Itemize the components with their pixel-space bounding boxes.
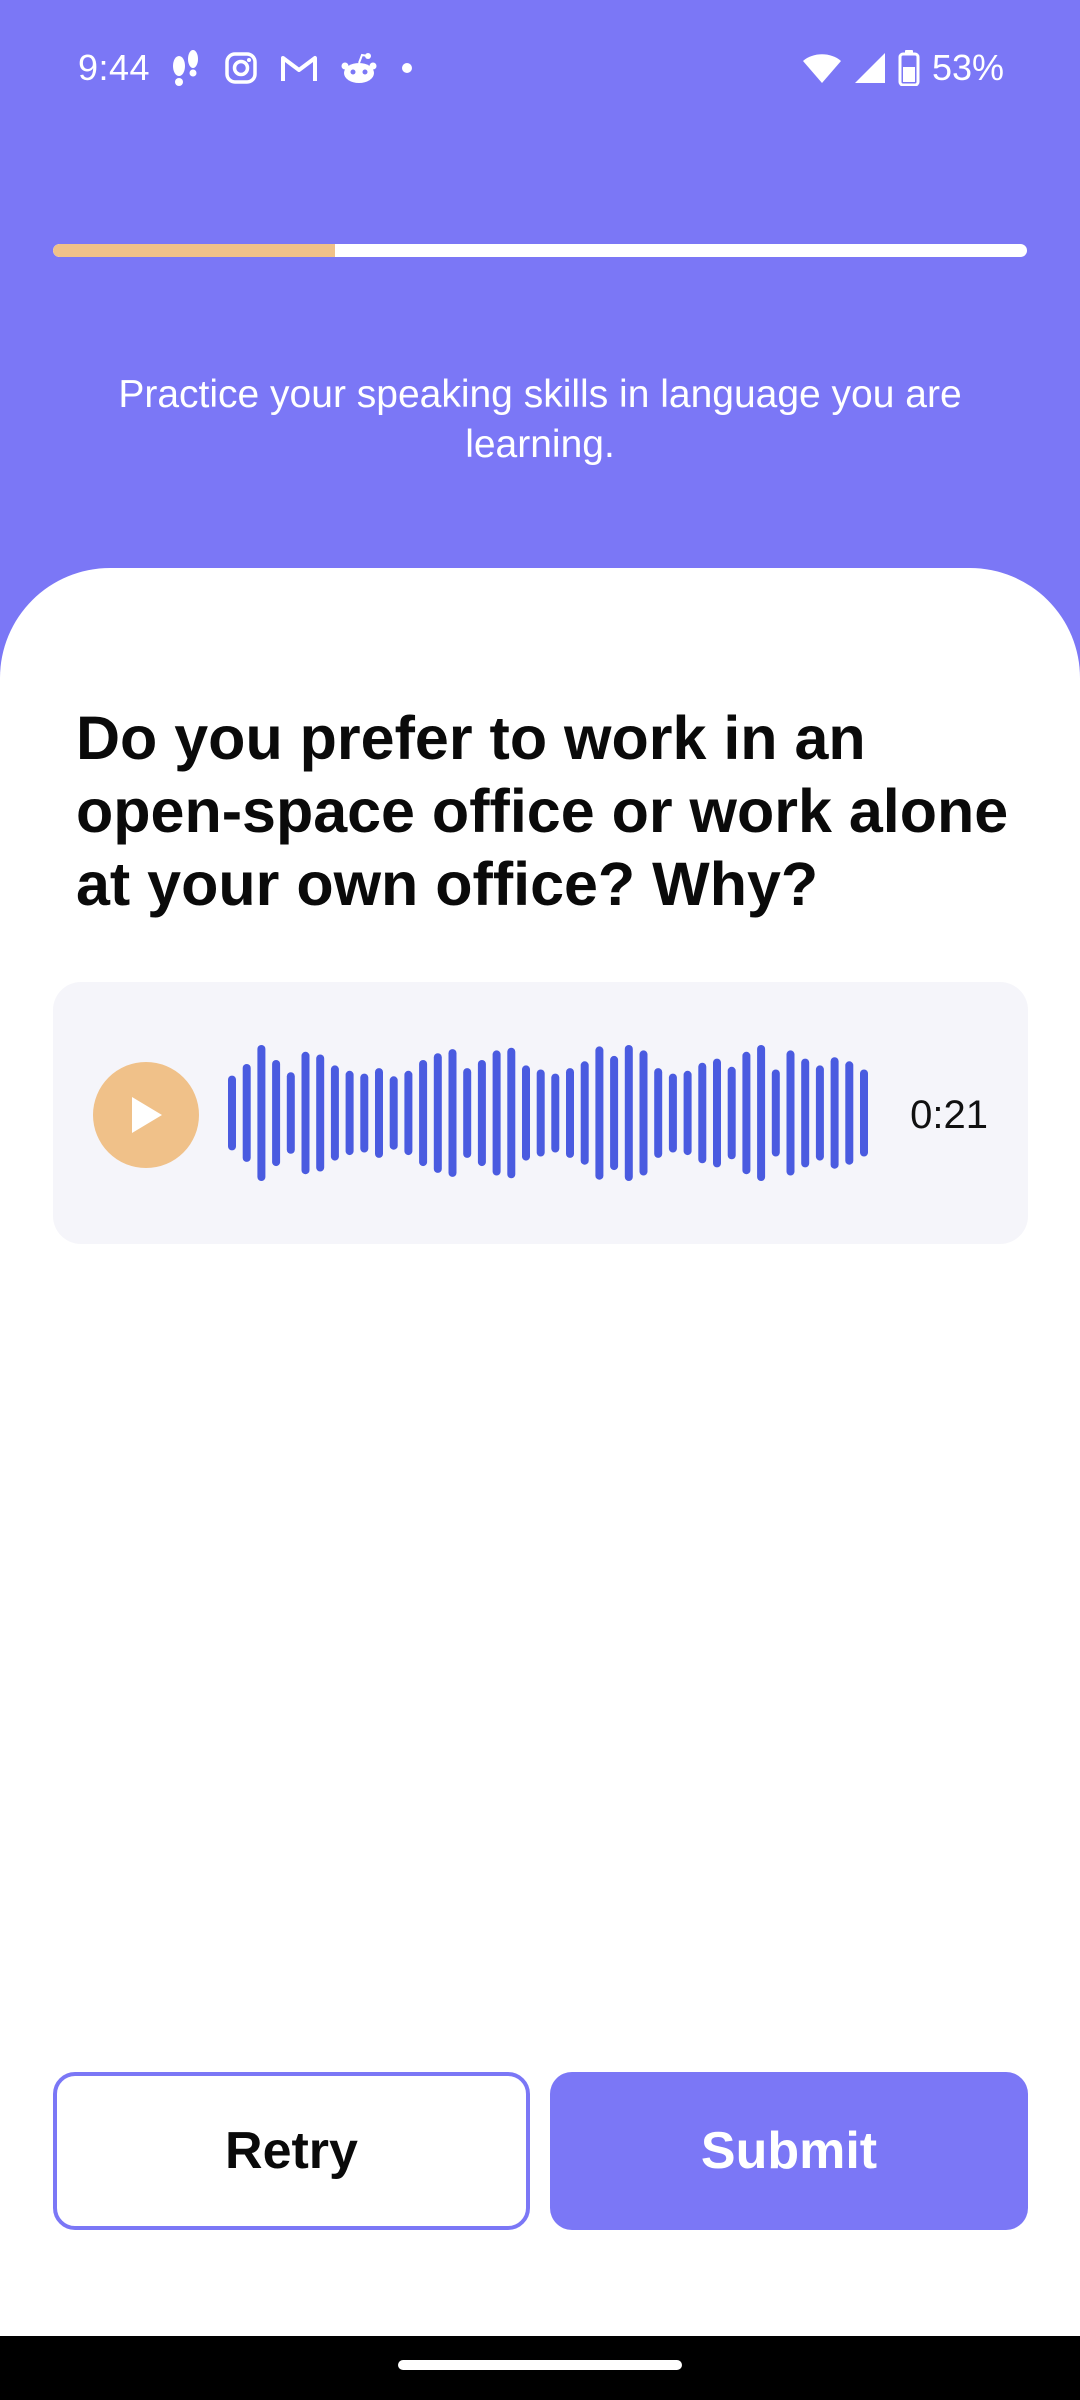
battery-icon [898, 50, 920, 86]
lesson-progress-fill [53, 244, 336, 257]
play-icon [132, 1097, 162, 1133]
waveform-bar [683, 1070, 692, 1156]
waveform-bar [610, 1055, 619, 1171]
waveform-bar [389, 1076, 398, 1150]
dot-icon [402, 63, 412, 73]
status-time: 9:44 [78, 47, 151, 88]
waveform-bar [757, 1045, 766, 1181]
waveform-bar [419, 1060, 428, 1167]
battery-percentage: 53% [931, 47, 1004, 88]
waveform-bar [492, 1050, 501, 1176]
waveform-bar [801, 1058, 810, 1168]
waveform-bar [286, 1072, 295, 1154]
waveform-bar [507, 1047, 516, 1179]
waveform-bar [522, 1065, 530, 1161]
home-gesture-handle[interactable] [398, 2360, 682, 2370]
audio-waveform[interactable] [228, 1042, 868, 1184]
waveform-bar [360, 1073, 369, 1153]
waveform-bar [477, 1060, 486, 1167]
waveform-bar [301, 1051, 310, 1175]
waveform-bar [228, 1075, 236, 1151]
waveform-bar [404, 1070, 413, 1156]
waveform-bar [727, 1066, 736, 1160]
reddit-icon [341, 53, 377, 83]
gmail-icon [281, 56, 317, 81]
status-bar: 9:44 53% [0, 0, 1080, 136]
waveform-bar [330, 1065, 339, 1161]
waveform-bar [860, 1069, 868, 1157]
audio-player: 0:21 [53, 982, 1028, 1244]
waveform-bar [624, 1045, 633, 1181]
waveform-bar [375, 1068, 383, 1158]
waveform-bar [316, 1054, 325, 1172]
waveform-bar [272, 1060, 281, 1167]
instagram-icon [225, 52, 257, 84]
waveform-bar [742, 1051, 751, 1175]
waveform-bar [654, 1068, 663, 1158]
retry-button[interactable]: Retry [53, 2072, 530, 2230]
instruction-text: Practice your speaking skills in languag… [118, 373, 962, 466]
waveform-bar [771, 1069, 780, 1157]
wifi-icon [802, 54, 841, 83]
waveform-bar [830, 1057, 839, 1169]
play-button[interactable] [93, 1062, 199, 1168]
waveform-bar [595, 1046, 604, 1180]
waveform-bar [698, 1062, 707, 1164]
footprints-icon [173, 50, 198, 86]
notification-icons [168, 46, 414, 90]
waveform-bar [845, 1061, 854, 1165]
submit-button[interactable]: Submit [550, 2072, 1028, 2230]
system-icons: 53% [802, 44, 1004, 92]
waveform-bar [566, 1068, 574, 1158]
waveform-bar [815, 1065, 824, 1161]
waveform-bar [448, 1049, 457, 1177]
waveform-bar [242, 1064, 251, 1162]
waveform-bar [345, 1070, 354, 1156]
lesson-progress-bar [53, 244, 1027, 257]
waveform-bar [433, 1053, 442, 1173]
waveform-bar [639, 1050, 648, 1176]
waveform-bar [536, 1069, 545, 1157]
waveform-bar [786, 1050, 795, 1176]
waveform-bar [257, 1045, 266, 1181]
signal-icon [854, 53, 885, 83]
question-text: Do you prefer to work in an open-space o… [76, 704, 1009, 918]
waveform-bar [668, 1073, 677, 1153]
waveform-bar [580, 1061, 589, 1165]
waveform-bar [463, 1068, 472, 1158]
waveform-bar [713, 1058, 721, 1168]
audio-duration: 0:21 [910, 1093, 988, 1137]
waveform-bar [551, 1073, 560, 1153]
